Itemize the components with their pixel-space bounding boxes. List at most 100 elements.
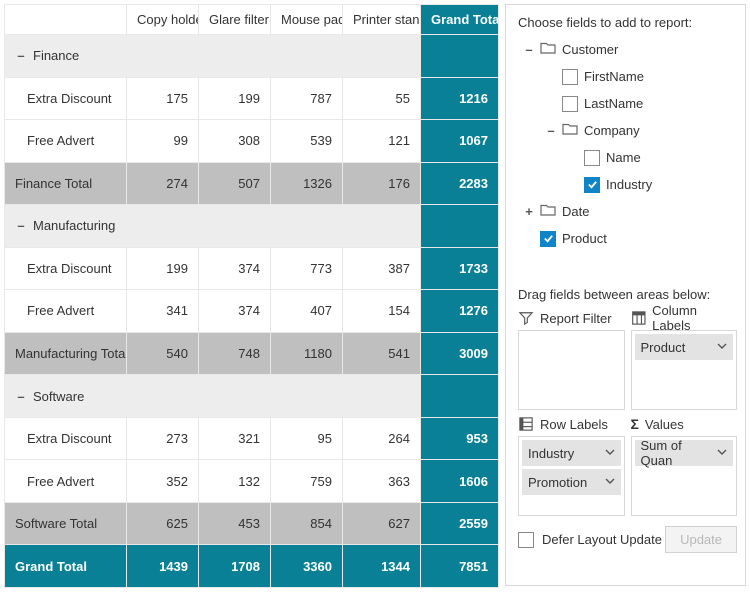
- tree-item-label: LastName: [584, 96, 643, 111]
- row-item[interactable]: Industry: [522, 440, 621, 466]
- subtotal-total-cell: 2559: [421, 502, 499, 545]
- subtotal-label: Software Total: [5, 502, 127, 545]
- folder-icon: [540, 203, 556, 217]
- grand-total-cell: 1708: [199, 545, 271, 588]
- tree-item-name[interactable]: +Name: [518, 144, 731, 171]
- subtotal-cell: 541: [343, 332, 421, 375]
- area-item-label: Product: [641, 340, 686, 355]
- tree-item-label: Date: [562, 204, 589, 219]
- defer-label: Defer Layout Update: [542, 532, 662, 547]
- area-box-values[interactable]: Sum of Quan: [631, 436, 738, 516]
- subtotal-cell: 274: [127, 162, 199, 205]
- collapse-icon[interactable]: –: [15, 218, 27, 233]
- tree-item-date[interactable]: + Date: [518, 198, 731, 225]
- row-label[interactable]: Free Advert: [5, 460, 127, 503]
- row-total-cell: 1733: [421, 247, 499, 290]
- tree-item-label: Company: [584, 123, 640, 138]
- tree-item-product[interactable]: +Product: [518, 225, 731, 252]
- field-tree[interactable]: –Customer+FirstName+LastName–Company+Nam…: [518, 36, 737, 277]
- chevron-down-icon[interactable]: [717, 446, 727, 460]
- area-title-label: Report Filter: [540, 311, 612, 326]
- row-total-cell: 1067: [421, 120, 499, 163]
- value-item[interactable]: Sum of Quan: [635, 440, 734, 466]
- subtotal-cell: 453: [199, 502, 271, 545]
- data-cell: 273: [127, 417, 199, 460]
- grand-total-col-header[interactable]: Grand Total: [421, 5, 499, 35]
- col-header[interactable]: Mouse pad: [271, 5, 343, 35]
- tree-item-label: FirstName: [584, 69, 644, 84]
- col-header[interactable]: Printer stand: [343, 5, 421, 35]
- area-row-labels: Row Labels Industry Promotion: [518, 416, 625, 516]
- tree-item-company[interactable]: – Company: [518, 117, 731, 144]
- data-cell: 199: [199, 77, 271, 120]
- drag-fields-label: Drag fields between areas below:: [518, 287, 737, 302]
- field-checkbox[interactable]: [584, 150, 600, 166]
- row-label[interactable]: Free Advert: [5, 120, 127, 163]
- defer-update-option[interactable]: Defer Layout Update: [518, 532, 662, 548]
- chevron-down-icon[interactable]: [717, 340, 727, 354]
- collapse-icon[interactable]: –: [15, 389, 27, 404]
- tree-item-label: Product: [562, 231, 607, 246]
- areas-grid: Report Filter Column Labels Product Row …: [518, 310, 737, 516]
- pivot-table: Copy holder Glare filter Mouse pad Print…: [4, 4, 499, 588]
- area-box-rows[interactable]: Industry Promotion: [518, 436, 625, 516]
- area-report-filter: Report Filter: [518, 310, 625, 410]
- row-label[interactable]: Extra Discount: [5, 247, 127, 290]
- collapse-icon[interactable]: –: [15, 48, 27, 63]
- field-checkbox[interactable]: [540, 231, 556, 247]
- column-item[interactable]: Product: [635, 334, 734, 360]
- panel-bottom-row: Defer Layout Update Update: [518, 526, 737, 553]
- field-checkbox[interactable]: [584, 177, 600, 193]
- data-cell: 121: [343, 120, 421, 163]
- update-button: Update: [665, 526, 737, 553]
- sigma-icon: Σ: [631, 416, 639, 432]
- data-cell: 341: [127, 290, 199, 333]
- data-cell: 374: [199, 290, 271, 333]
- row-total-cell: 1276: [421, 290, 499, 333]
- tree-item-firstname[interactable]: +FirstName: [518, 63, 731, 90]
- col-header[interactable]: Copy holder: [127, 5, 199, 35]
- grand-total-cell: [421, 375, 499, 418]
- area-values: Σ Values Sum of Quan: [631, 416, 738, 516]
- group-row-label[interactable]: –Manufacturing: [5, 205, 421, 248]
- filter-icon: [518, 311, 534, 325]
- area-box-filter[interactable]: [518, 330, 625, 410]
- row-label[interactable]: Extra Discount: [5, 77, 127, 120]
- data-cell: 55: [343, 77, 421, 120]
- defer-checkbox[interactable]: [518, 532, 534, 548]
- row-total-cell: 1216: [421, 77, 499, 120]
- collapse-icon[interactable]: –: [546, 123, 556, 138]
- field-checkbox[interactable]: [562, 96, 578, 112]
- tree-item-industry[interactable]: +Industry: [518, 171, 731, 198]
- subtotal-total-cell: 2283: [421, 162, 499, 205]
- subtotal-cell: 627: [343, 502, 421, 545]
- row-label[interactable]: Extra Discount: [5, 417, 127, 460]
- group-row-label[interactable]: –Software: [5, 375, 421, 418]
- grand-total-cell: 1439: [127, 545, 199, 588]
- chevron-down-icon[interactable]: [605, 475, 615, 489]
- area-title-label: Row Labels: [540, 417, 608, 432]
- area-box-columns[interactable]: Product: [631, 330, 738, 410]
- row-label[interactable]: Free Advert: [5, 290, 127, 333]
- subtotal-label: Finance Total: [5, 162, 127, 205]
- tree-item-lastname[interactable]: +LastName: [518, 90, 731, 117]
- col-header[interactable]: Glare filter: [199, 5, 271, 35]
- data-cell: 363: [343, 460, 421, 503]
- area-item-label: Industry: [528, 446, 574, 461]
- field-checkbox[interactable]: [562, 69, 578, 85]
- area-title-label: Values: [645, 417, 684, 432]
- data-cell: 264: [343, 417, 421, 460]
- tree-item-customer[interactable]: – Customer: [518, 36, 731, 63]
- pivot-header: Copy holder Glare filter Mouse pad Print…: [5, 5, 499, 35]
- expand-icon[interactable]: +: [524, 204, 534, 219]
- tree-item-label: Customer: [562, 42, 618, 57]
- data-cell: 374: [199, 247, 271, 290]
- row-item[interactable]: Promotion: [522, 469, 621, 495]
- chevron-down-icon[interactable]: [605, 446, 615, 460]
- grand-total-cell: 1344: [343, 545, 421, 588]
- data-cell: 99: [127, 120, 199, 163]
- group-row-label[interactable]: –Finance: [5, 35, 421, 78]
- subtotal-cell: 854: [271, 502, 343, 545]
- data-cell: 352: [127, 460, 199, 503]
- collapse-icon[interactable]: –: [524, 42, 534, 57]
